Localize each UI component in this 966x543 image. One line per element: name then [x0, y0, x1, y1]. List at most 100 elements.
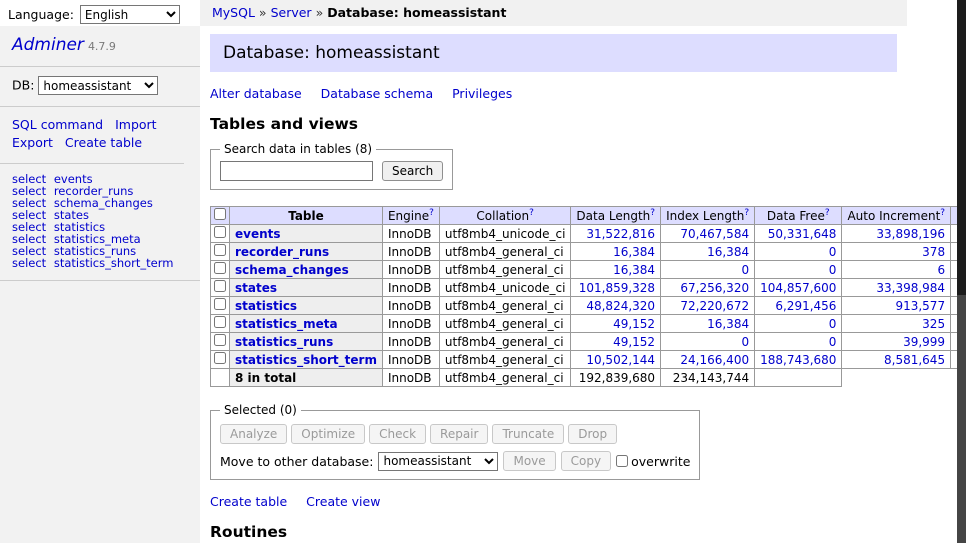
- auto-increment-link[interactable]: 6: [937, 263, 945, 277]
- help-link-collation[interactable]: ?: [529, 208, 534, 218]
- search-button[interactable]: Search: [382, 161, 443, 181]
- data-free-link[interactable]: 0: [829, 245, 837, 259]
- search-input[interactable]: [220, 161, 373, 181]
- sidebar-link-export[interactable]: Export: [12, 135, 53, 150]
- language-select[interactable]: English: [80, 5, 180, 24]
- row-checkbox-schema-changes[interactable]: [214, 262, 226, 274]
- auto-increment-link[interactable]: 378: [922, 245, 945, 259]
- data-length-link[interactable]: 49,152: [613, 317, 655, 331]
- data-length-cell: 49,152: [571, 315, 661, 333]
- total-collation: utf8mb4_general_ci: [439, 369, 571, 387]
- truncate-button[interactable]: Truncate: [492, 424, 564, 444]
- engine-cell: InnoDB: [382, 279, 439, 297]
- help-link-engine[interactable]: ?: [429, 208, 434, 218]
- action-link-privileges[interactable]: Privileges: [452, 86, 512, 101]
- row-checkbox-recorder-runs[interactable]: [214, 244, 226, 256]
- db-select[interactable]: homeassistant: [38, 76, 158, 95]
- data-length-link[interactable]: 48,824,320: [586, 299, 655, 313]
- table-link-statistics-short-term[interactable]: statistics_short_term: [54, 256, 174, 270]
- scrollbar-thumb[interactable]: [957, 0, 966, 295]
- data-free-link[interactable]: 0: [829, 335, 837, 349]
- auto-increment-link[interactable]: 325: [922, 317, 945, 331]
- auto-increment-link[interactable]: 8,581,645: [884, 353, 945, 367]
- table-name-link-states[interactable]: states: [235, 281, 277, 295]
- row-checkbox-statistics-meta[interactable]: [214, 316, 226, 328]
- table-row-statistics: statisticsInnoDButf8mb4_general_ci48,824…: [211, 297, 966, 315]
- analyze-button[interactable]: Analyze: [220, 424, 287, 444]
- table-name-link-recorder-runs[interactable]: recorder_runs: [235, 245, 329, 259]
- table-name-link-events[interactable]: events: [235, 227, 281, 241]
- auto-increment-link[interactable]: 33,898,196: [876, 227, 945, 241]
- index-length-link[interactable]: 67,256,320: [680, 281, 749, 295]
- index-length-link[interactable]: 24,166,400: [680, 353, 749, 367]
- index-length-link[interactable]: 0: [741, 335, 749, 349]
- language-bar: Language: English: [8, 5, 180, 24]
- index-length-link[interactable]: 0: [741, 263, 749, 277]
- repair-button[interactable]: Repair: [430, 424, 488, 444]
- sidebar-link-sql-command[interactable]: SQL command: [12, 117, 103, 132]
- data-length-link[interactable]: 16,384: [613, 245, 655, 259]
- check-button[interactable]: Check: [369, 424, 426, 444]
- table-name-link-statistics-meta[interactable]: statistics_meta: [235, 317, 338, 331]
- row-checkbox-statistics[interactable]: [214, 298, 226, 310]
- index-length-link[interactable]: 70,467,584: [680, 227, 749, 241]
- move-button[interactable]: Move: [503, 451, 555, 471]
- auto-increment-link[interactable]: 39,999: [903, 335, 945, 349]
- data-free-link[interactable]: 0: [829, 263, 837, 277]
- vertical-scrollbar[interactable]: [957, 0, 966, 543]
- index-length-link[interactable]: 16,384: [707, 317, 749, 331]
- select-link-statistics-short-term[interactable]: select: [12, 256, 46, 270]
- create-link-create-view[interactable]: Create view: [306, 494, 380, 509]
- select-all-checkbox[interactable]: [214, 208, 226, 220]
- data-length-link[interactable]: 10,502,144: [586, 353, 655, 367]
- table-name-link-schema-changes[interactable]: schema_changes: [235, 263, 349, 277]
- move-db-select[interactable]: homeassistant: [378, 452, 498, 471]
- auto-increment-link[interactable]: 913,577: [895, 299, 945, 313]
- optimize-button[interactable]: Optimize: [291, 424, 365, 444]
- data-free-link[interactable]: 0: [829, 317, 837, 331]
- action-link-alter-database[interactable]: Alter database: [210, 86, 302, 101]
- language-label: Language:: [8, 7, 74, 22]
- create-links-row: Create table Create view: [210, 494, 897, 509]
- data-length-link[interactable]: 101,859,328: [579, 281, 655, 295]
- breadcrumb-server-link[interactable]: Server: [271, 5, 312, 20]
- row-checkbox-statistics-runs[interactable]: [214, 334, 226, 346]
- data-free-link[interactable]: 104,857,600: [760, 281, 836, 295]
- data-free-link[interactable]: 188,743,680: [760, 353, 836, 367]
- help-link-auto-increment[interactable]: ?: [940, 208, 945, 218]
- auto-increment-cell: 325: [842, 315, 951, 333]
- data-length-link[interactable]: 16,384: [613, 263, 655, 277]
- help-link-index-length[interactable]: ?: [744, 208, 749, 218]
- drop-button[interactable]: Drop: [568, 424, 617, 444]
- table-name-link-statistics-short-term[interactable]: statistics_short_term: [235, 353, 377, 367]
- help-link-data-length[interactable]: ?: [650, 208, 655, 218]
- help-link-data-free[interactable]: ?: [825, 208, 830, 218]
- data-length-link[interactable]: 31,522,816: [586, 227, 655, 241]
- table-name-link-statistics[interactable]: statistics: [235, 299, 297, 313]
- adminer-logo-link[interactable]: Adminer: [12, 35, 84, 55]
- sidebar-table-item-statistics-short-term: select statistics_short_term: [12, 257, 188, 269]
- data-free-link[interactable]: 6,291,456: [775, 299, 836, 313]
- row-checkbox-states[interactable]: [214, 280, 226, 292]
- row-checkbox-events[interactable]: [214, 226, 226, 238]
- auto-increment-link[interactable]: 33,398,984: [876, 281, 945, 295]
- move-row: Move to other database: homeassistant Mo…: [220, 451, 690, 471]
- main-area: MySQL»Server»Database: homeassistant Dat…: [200, 0, 957, 543]
- sidebar-link-import[interactable]: Import: [115, 117, 157, 132]
- breadcrumb-mysql-link[interactable]: MySQL: [212, 5, 255, 20]
- data-free-link[interactable]: 50,331,648: [768, 227, 837, 241]
- row-checkbox-statistics-short-term[interactable]: [214, 352, 226, 364]
- create-link-create-table[interactable]: Create table: [210, 494, 287, 509]
- action-link-database-schema[interactable]: Database schema: [321, 86, 433, 101]
- index-length-link[interactable]: 72,220,672: [680, 299, 749, 313]
- header-row: TableEngine?Collation?Data Length?Index …: [211, 207, 966, 225]
- auto-increment-cell: 913,577: [842, 297, 951, 315]
- data-length-cell: 16,384: [571, 261, 661, 279]
- data-length-link[interactable]: 49,152: [613, 335, 655, 349]
- copy-button[interactable]: Copy: [561, 451, 611, 471]
- table-name-link-statistics-runs[interactable]: statistics_runs: [235, 335, 333, 349]
- index-length-link[interactable]: 16,384: [707, 245, 749, 259]
- total-row: 8 in totalInnoDButf8mb4_general_ci192,83…: [211, 369, 966, 387]
- overwrite-checkbox[interactable]: [616, 455, 628, 467]
- sidebar-link-create-table[interactable]: Create table: [65, 135, 142, 150]
